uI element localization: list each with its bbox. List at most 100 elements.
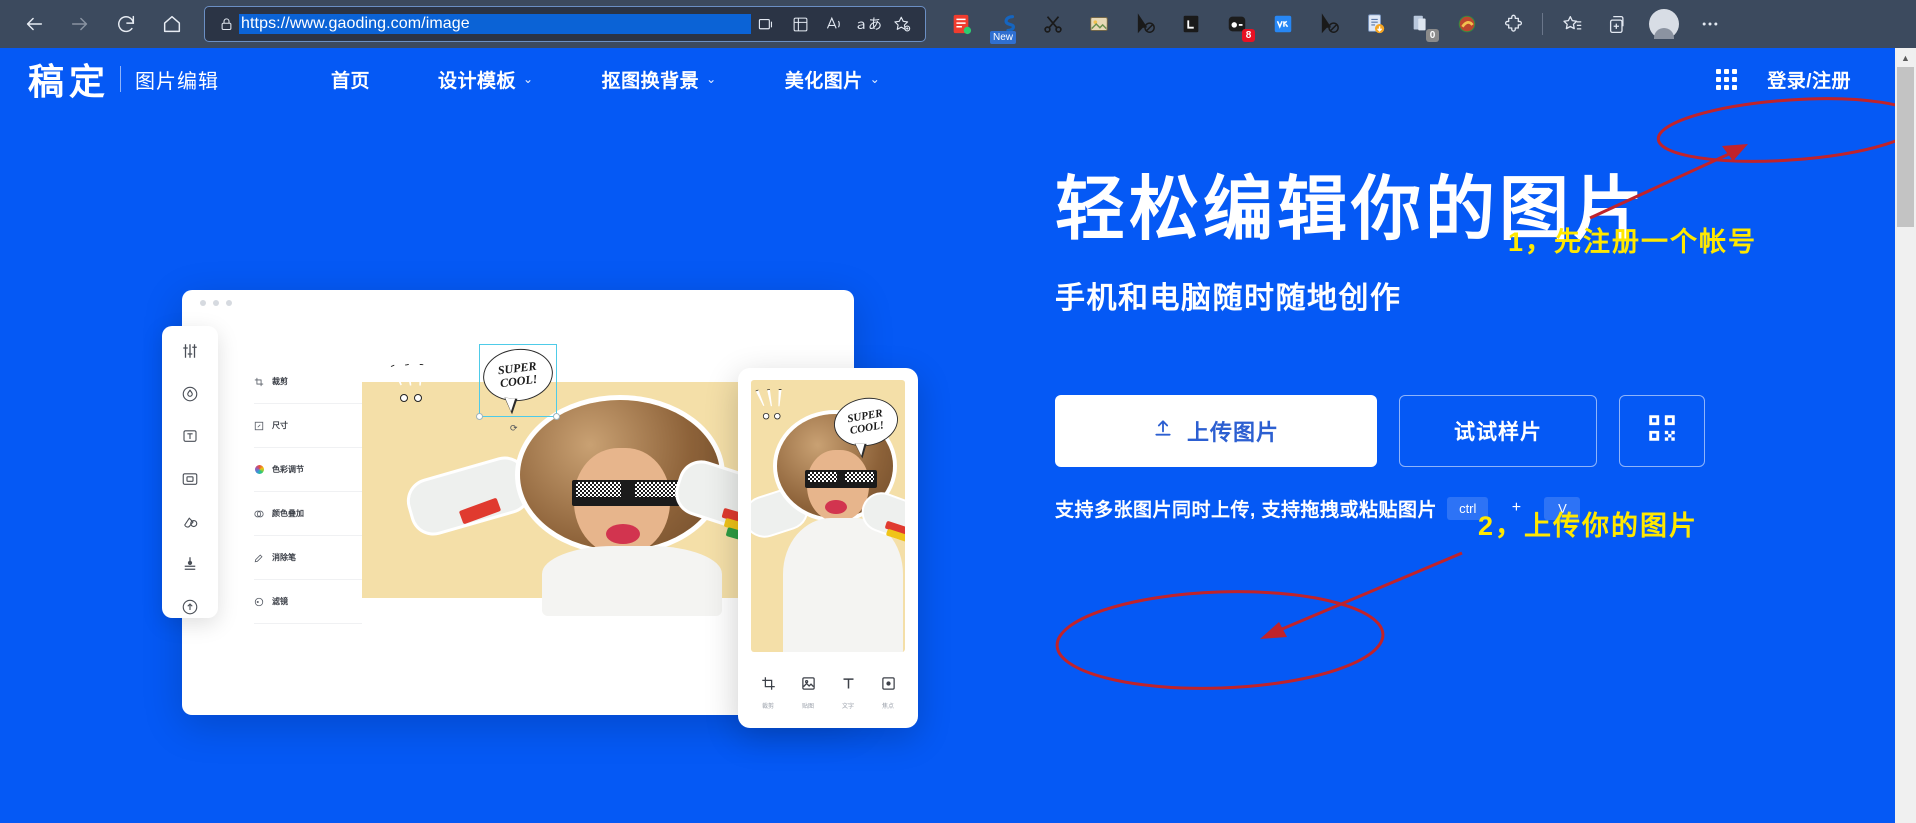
profile-avatar-icon[interactable] bbox=[1641, 4, 1687, 44]
color-wheel-icon bbox=[254, 465, 264, 475]
frame-icon[interactable] bbox=[178, 468, 202, 490]
left-arm bbox=[405, 454, 533, 538]
upload-icon bbox=[1153, 418, 1173, 444]
pixel-sunglasses bbox=[805, 470, 877, 488]
collections-icon[interactable] bbox=[785, 10, 815, 38]
translate-icon[interactable]: ａあ bbox=[853, 10, 883, 38]
url-input[interactable]: https://www.gaoding.com/image bbox=[239, 14, 751, 34]
add-favorite-icon[interactable] bbox=[887, 10, 917, 38]
home-icon[interactable] bbox=[152, 6, 192, 42]
panel-item-size[interactable]: 尺寸 bbox=[254, 404, 362, 448]
upload-hint: 支持多张图片同时上传, 支持拖拽或粘贴图片 ctrl + V bbox=[1055, 495, 1855, 522]
try-sample-button[interactable]: 试试样片 bbox=[1399, 394, 1597, 467]
nav-item-label: 美化图片 bbox=[784, 70, 863, 92]
vk-extension-icon[interactable] bbox=[1260, 4, 1306, 44]
sweater bbox=[542, 546, 722, 616]
selection-box[interactable]: ⟳ SUPER COOL! bbox=[476, 344, 560, 433]
resize-icon bbox=[254, 421, 264, 431]
nav-item-home[interactable]: 首页 bbox=[297, 66, 404, 93]
bubble-line-2: COOL! bbox=[499, 371, 539, 391]
puzzle-extensions-icon[interactable] bbox=[1490, 4, 1536, 44]
scissors-extension-icon[interactable] bbox=[1030, 4, 1076, 44]
panel-item-color-adjust[interactable]: 色彩调节 bbox=[254, 448, 362, 492]
upload-image-button[interactable]: 上传图片 bbox=[1055, 394, 1377, 467]
magic-wand-icon[interactable] bbox=[178, 383, 202, 405]
crop-icon bbox=[761, 676, 776, 696]
panel-item-label: 消除笔 bbox=[272, 553, 296, 562]
extension-count-badge: 8 bbox=[1242, 29, 1255, 42]
editor-tool-rail bbox=[162, 326, 218, 618]
page-content: 稿定 图片编辑 首页 设计模板 ⌄ 抠图换背景 ⌄ 美化图片 ⌄ 登录/注册 裁… bbox=[0, 48, 1895, 823]
phone-canvas-photo: SUPER COOL! bbox=[751, 380, 905, 652]
text-icon bbox=[841, 676, 856, 696]
browser-toolbar: https://www.gaoding.com/image ａあ New 8 0 bbox=[0, 0, 1916, 48]
nav-item-label: 首页 bbox=[331, 70, 371, 92]
more-options-icon[interactable] bbox=[1687, 4, 1733, 44]
lock-icon bbox=[213, 17, 239, 32]
apps-grid-icon[interactable] bbox=[1716, 68, 1738, 90]
exclamation-sticker bbox=[758, 389, 783, 420]
forward-arrow-icon[interactable] bbox=[60, 6, 100, 42]
adblock-cursor-extension-icon[interactable] bbox=[1306, 4, 1352, 44]
crop-icon bbox=[254, 377, 264, 387]
winrar-extension-icon[interactable] bbox=[1444, 4, 1490, 44]
extensions-toolbar: New 8 0 bbox=[938, 4, 1733, 44]
image-tool-extension-icon[interactable] bbox=[1076, 4, 1122, 44]
page-scrollbar[interactable]: ▲ bbox=[1895, 48, 1916, 823]
resize-handle[interactable] bbox=[553, 413, 560, 420]
phone-tool-label: 裁剪 bbox=[761, 704, 774, 710]
collections-pane-icon[interactable] bbox=[1595, 4, 1641, 44]
adjust-sliders-icon[interactable] bbox=[178, 340, 202, 362]
sticker-icon[interactable] bbox=[178, 511, 202, 533]
phone-tool-label: 文字 bbox=[841, 704, 854, 710]
key-ctrl: ctrl bbox=[1447, 496, 1489, 520]
phone-tool-bar: 裁剪 贴图 文字 焦点 bbox=[738, 676, 918, 710]
panel-item-label: 色彩调节 bbox=[272, 465, 304, 474]
stamp-icon[interactable] bbox=[178, 554, 202, 576]
notes-extension-icon[interactable] bbox=[938, 4, 984, 44]
split-screen-icon[interactable] bbox=[751, 10, 781, 38]
reload-icon[interactable] bbox=[106, 6, 146, 42]
panel-item-filter[interactable]: 滤镜 bbox=[254, 580, 362, 624]
pdf-extension-icon[interactable]: 0 bbox=[1398, 4, 1444, 44]
phone-tool-focus[interactable]: 焦点 bbox=[881, 676, 896, 710]
panel-item-color-overlay[interactable]: 颜色叠加 bbox=[254, 492, 362, 536]
phone-tool-crop[interactable]: 裁剪 bbox=[761, 676, 776, 710]
nav-right-actions: 登录/注册 bbox=[1716, 66, 1851, 93]
nav-item-background-removal[interactable]: 抠图换背景 ⌄ bbox=[568, 66, 751, 93]
phone-tool-text[interactable]: 文字 bbox=[841, 676, 856, 710]
toolbar-divider bbox=[1542, 13, 1543, 35]
login-register-button[interactable]: 登录/注册 bbox=[1767, 66, 1851, 93]
navigation-buttons bbox=[0, 6, 192, 42]
panel-item-label: 滤镜 bbox=[272, 597, 288, 606]
site-logo[interactable]: 稿定 图片编辑 bbox=[28, 53, 219, 105]
favorites-icon[interactable] bbox=[1549, 4, 1595, 44]
panel-item-eraser-pen[interactable]: 消除笔 bbox=[254, 536, 362, 580]
scroll-up-button[interactable]: ▲ bbox=[1895, 48, 1916, 67]
text-box-icon[interactable] bbox=[178, 425, 202, 447]
mockup-titlebar bbox=[182, 290, 854, 316]
nav-item-beautify[interactable]: 美化图片 ⌄ bbox=[751, 66, 915, 93]
back-arrow-icon[interactable] bbox=[14, 6, 54, 42]
read-aloud-icon[interactable] bbox=[819, 10, 849, 38]
chevron-down-icon: ⌄ bbox=[706, 72, 717, 86]
panel-item-crop[interactable]: 裁剪 bbox=[254, 360, 362, 404]
resize-handle[interactable] bbox=[476, 413, 483, 420]
hero-section: 轻松编辑你的图片 手机和电脑随时随地创作 上传图片 试试样片 支持多张图片同时上… bbox=[1055, 168, 1855, 522]
downloader-extension-icon[interactable] bbox=[1352, 4, 1398, 44]
lastpass-extension-icon[interactable] bbox=[1168, 4, 1214, 44]
scrollbar-thumb[interactable] bbox=[1897, 67, 1914, 227]
nav-item-templates[interactable]: 设计模板 ⌄ bbox=[404, 66, 568, 93]
recorder-extension-icon[interactable]: 8 bbox=[1214, 4, 1260, 44]
qrcode-button[interactable] bbox=[1619, 394, 1705, 467]
cloud-upload-icon[interactable] bbox=[178, 596, 202, 618]
page-title: 轻松编辑你的图片 bbox=[1055, 170, 1647, 248]
snipaste-extension-icon[interactable]: New bbox=[984, 4, 1030, 44]
phone-tool-sticker[interactable]: 贴图 bbox=[801, 676, 816, 710]
phone-tool-label: 贴图 bbox=[801, 704, 814, 710]
exclamation-sticker bbox=[394, 364, 425, 402]
address-bar[interactable]: https://www.gaoding.com/image ａあ bbox=[204, 6, 926, 42]
nav-item-label: 抠图换背景 bbox=[601, 70, 700, 92]
rotate-icon[interactable]: ⟳ bbox=[510, 423, 518, 434]
cursor-block-extension-icon[interactable] bbox=[1122, 4, 1168, 44]
